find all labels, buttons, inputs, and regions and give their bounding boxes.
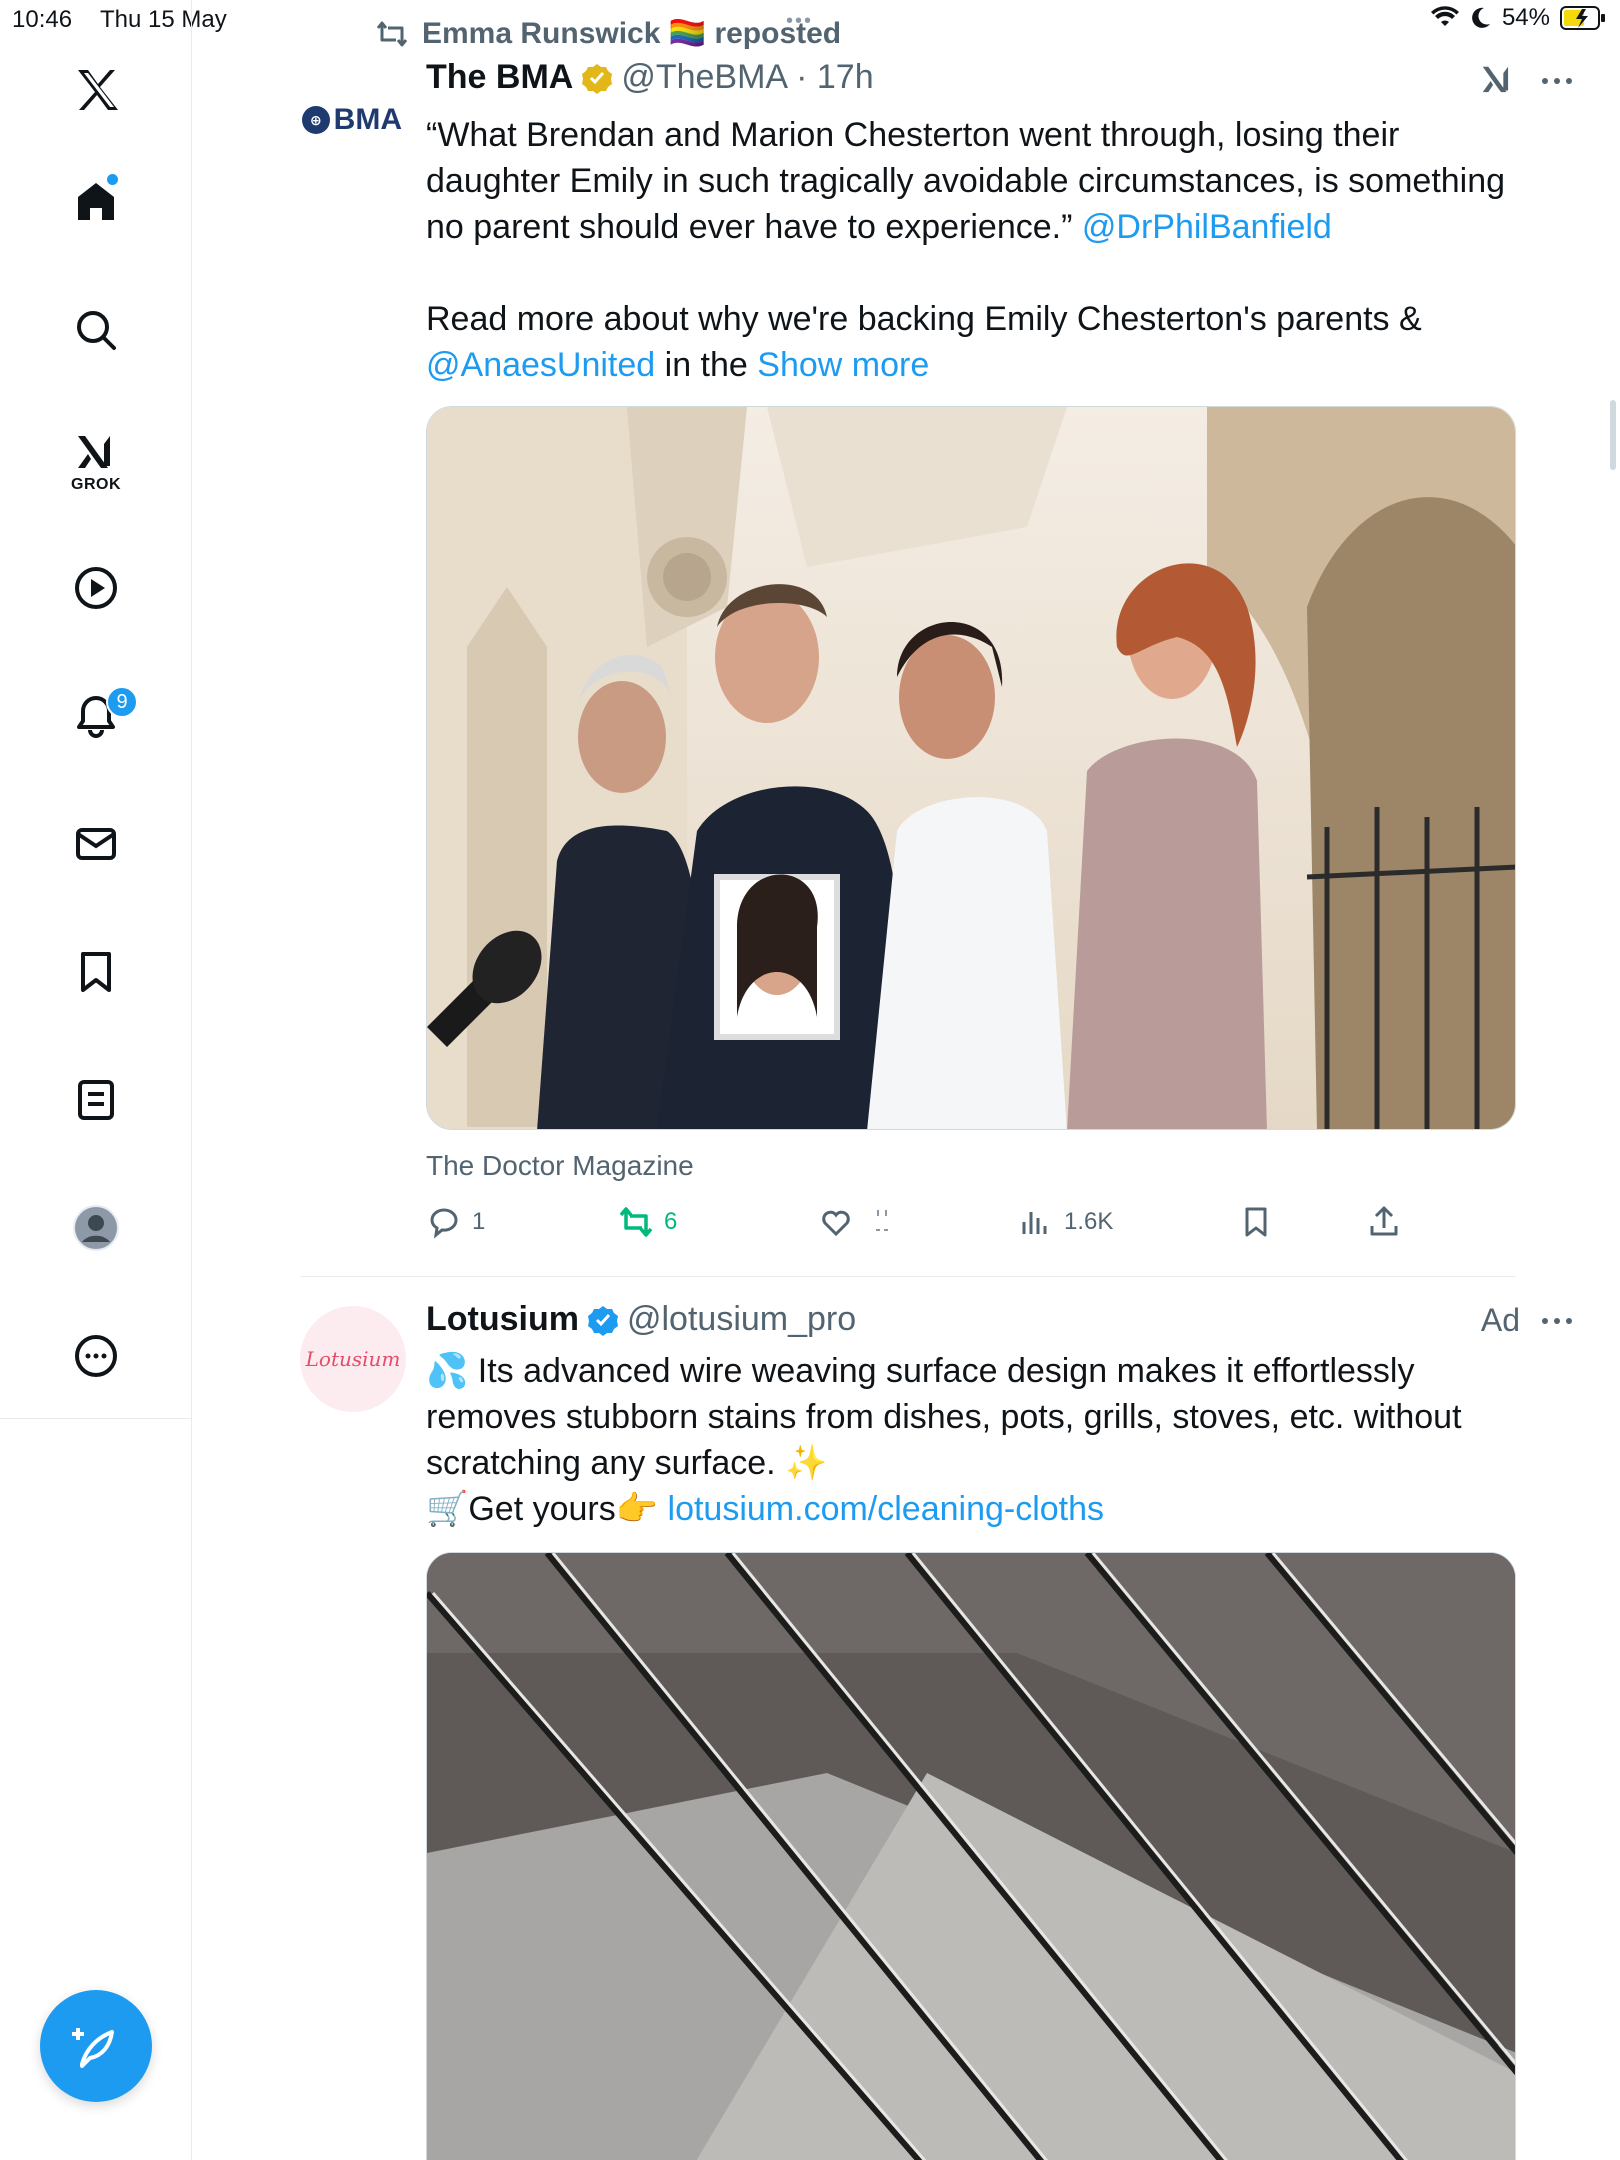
compose-feather-icon (72, 2028, 114, 2068)
grok-explain-icon[interactable] (1478, 62, 1516, 100)
compose-post-button[interactable] (40, 1990, 152, 2102)
reply-button[interactable]: 1 (426, 1204, 485, 1240)
x-logo-icon[interactable] (66, 60, 126, 120)
tweet-time[interactable]: · 17h (796, 58, 874, 97)
tweet-top-actions (1478, 62, 1574, 100)
home-unread-dot (107, 174, 118, 185)
views-button[interactable]: 1.6K (1018, 1204, 1113, 1240)
scroll-indicator[interactable] (1610, 400, 1616, 470)
views-count: 1.6K (1064, 1208, 1114, 1235)
views-chart-icon (1022, 1212, 1047, 1234)
show-more-link[interactable]: Show more (757, 346, 929, 384)
repost-button[interactable]: 6 (618, 1204, 677, 1240)
engagement-bar: 1 6 1.6K (426, 1204, 1516, 1252)
repost-icon (376, 21, 408, 46)
tweet-image[interactable] (426, 406, 1516, 1130)
verified-gold-badge-icon (582, 63, 613, 94)
like-button[interactable] (818, 1204, 900, 1240)
bma-avatar-text: BMA (333, 103, 402, 136)
tweet-text-part2: Read more about why we're backing Emily … (426, 300, 1422, 338)
repost-by-text: Emma Runswick 🏳️‍🌈 reposted (422, 17, 842, 50)
ad-media-image[interactable] (426, 1552, 1516, 2160)
repost-indicator[interactable]: Emma Runswick 🏳️‍🌈 reposted (376, 16, 841, 51)
grok-icon[interactable] (66, 424, 126, 484)
ad-text-line2: 🛒Get yours👉 (426, 1490, 668, 1528)
photo-courthouse-family (427, 407, 1515, 1129)
sidebar-divider (0, 1418, 192, 1419)
ad-tweet-header: Lotusium @lotusium_pro (426, 1300, 856, 1339)
timeline-feed: Emma Runswick 🏳️‍🌈 reposted ⊕ BMA The BM… (192, 0, 1620, 2160)
tweet-text-part1: “What Brendan and Marion Chesterton went… (426, 116, 1506, 246)
search-icon[interactable] (66, 300, 126, 360)
bookmark-button[interactable] (1238, 1204, 1274, 1240)
tweet-header: The BMA @TheBMA · 17h (426, 58, 874, 97)
lotusium-avatar[interactable]: Lotusium (300, 1306, 406, 1412)
more-circle-icon[interactable] (66, 1326, 126, 1386)
ad-more-options-icon[interactable] (1540, 1316, 1574, 1326)
profile-avatar-icon[interactable] (66, 1198, 126, 1258)
ad-author-name[interactable]: Lotusium (426, 1300, 579, 1339)
bookmark-icon[interactable] (66, 942, 126, 1002)
tweet-text: “What Brendan and Marion Chesterton went… (426, 112, 1516, 388)
heart-icon (822, 1210, 850, 1237)
author-handle[interactable]: @TheBMA (621, 58, 788, 97)
ad-label-area: Ad (1481, 1302, 1574, 1339)
verified-blue-badge-icon (587, 1305, 618, 1336)
share-icon (1370, 1206, 1398, 1236)
media-source-link[interactable]: The Doctor Magazine (426, 1150, 694, 1182)
like-count-loading-icon (876, 1210, 888, 1231)
ad-text-line1: 💦 Its advanced wire weaving surface desi… (426, 1352, 1462, 1482)
notification-badge: 9 (106, 686, 138, 718)
reply-icon (430, 1208, 458, 1239)
reply-count: 1 (472, 1208, 486, 1235)
video-play-icon[interactable] (66, 558, 126, 618)
bma-avatar[interactable]: ⊕ BMA (302, 100, 402, 140)
repost-active-icon (619, 1207, 653, 1237)
ad-tweet-text: 💦 Its advanced wire weaving surface desi… (426, 1348, 1516, 1532)
ad-product-link[interactable]: lotusium.com/cleaning-cloths (668, 1490, 1105, 1528)
grok-label: GROK (71, 476, 121, 493)
ad-author-handle[interactable]: @lotusium_pro (627, 1300, 856, 1339)
more-options-icon[interactable] (1540, 76, 1574, 86)
ad-label: Ad (1480, 1302, 1520, 1338)
mention-anaesunited[interactable]: @AnaesUnited (426, 346, 655, 384)
tweet-separator (300, 1276, 1516, 1277)
photo-wire-mesh-closeup (427, 1553, 1515, 2160)
lotusium-avatar-text: Lotusium (305, 1347, 401, 1371)
bma-logo-icon: ⊕ (302, 106, 330, 134)
bookmark-action-icon (1245, 1207, 1267, 1237)
share-button[interactable] (1366, 1204, 1402, 1240)
lists-icon[interactable] (66, 1070, 126, 1130)
mention-drphilbanfield[interactable]: @DrPhilBanfield (1082, 208, 1332, 246)
author-name[interactable]: The BMA (426, 58, 573, 97)
repost-count: 6 (664, 1208, 678, 1235)
sidebar-nav: GROK 9 (0, 0, 192, 2160)
tweet-text-part3: in the (655, 346, 758, 384)
mail-icon[interactable] (66, 814, 126, 874)
